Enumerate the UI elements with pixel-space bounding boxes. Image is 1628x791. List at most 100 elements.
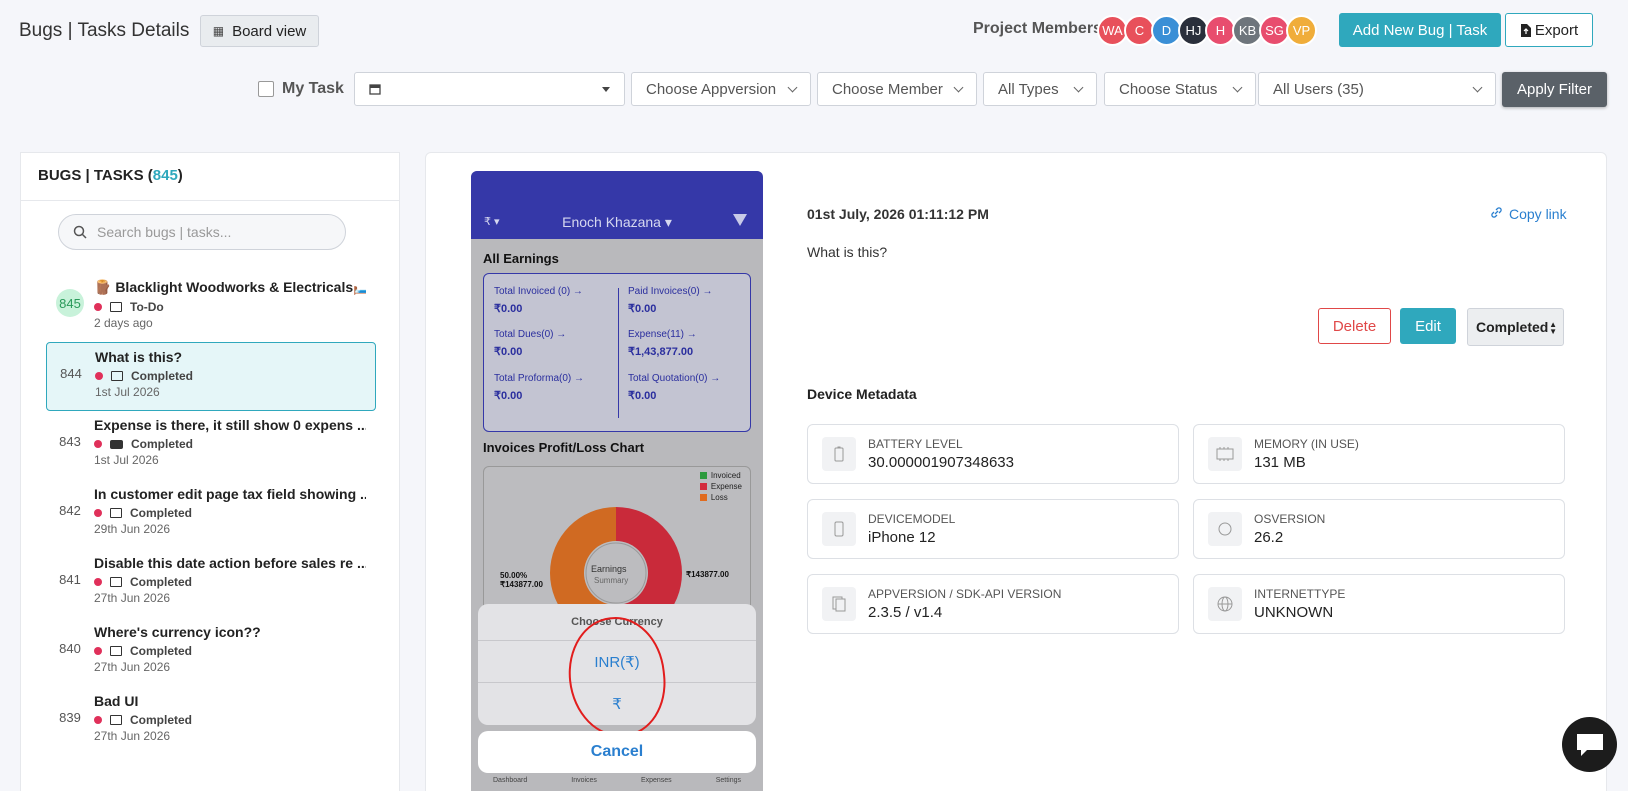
item-date: 2 days ago: [94, 316, 153, 330]
member-value: Choose Member: [832, 80, 943, 98]
filter-icon: [733, 214, 747, 226]
avatar[interactable]: VP: [1286, 15, 1317, 46]
apply-filter-button[interactable]: Apply Filter: [1502, 72, 1607, 107]
item-number: 843: [59, 433, 81, 449]
item-status: Completed: [131, 369, 194, 383]
users-select[interactable]: All Users (35): [1258, 72, 1496, 106]
item-number: 841: [59, 571, 81, 587]
earning-cell: Total Invoiced (0) → ₹0.00: [494, 286, 583, 315]
memory-icon: [1208, 437, 1242, 471]
date-range-select[interactable]: [354, 72, 625, 106]
item-number: 842: [59, 502, 81, 518]
status-select[interactable]: Choose Status: [1104, 72, 1256, 106]
item-number: 845: [56, 289, 84, 317]
metadata-card: MEMORY (IN USE) 131 MB: [1193, 424, 1565, 484]
phone-app-header: ₹ ▾ Enoch Khazana ▾: [471, 171, 763, 239]
my-task-checkbox[interactable]: My Task: [258, 80, 344, 98]
metadata-card: BATTERY LEVEL 30.000001907348633: [807, 424, 1179, 484]
bug-list-panel: BUGS | TASKS (845) Search bugs | tasks..…: [20, 152, 400, 791]
video-icon: [110, 439, 123, 449]
list-item[interactable]: 845 🪵 Blacklight Woodworks & Electricals…: [46, 273, 376, 342]
types-value: All Types: [998, 80, 1059, 98]
search-input[interactable]: Search bugs | tasks...: [97, 224, 231, 240]
image-icon: [110, 302, 122, 312]
list-item[interactable]: 840 Where's currency icon?? Completed 27…: [46, 618, 376, 687]
attachment-screenshot[interactable]: ₹ ▾ Enoch Khazana ▾ All Earnings Total I…: [471, 171, 763, 791]
donut-right-value: ₹143877.00: [686, 570, 729, 579]
item-title: In customer edit page tax field showing …: [94, 486, 366, 502]
image-icon: [110, 577, 122, 587]
calendar-icon: [369, 84, 381, 95]
item-status: Completed: [130, 575, 193, 589]
status-value: Choose Status: [1119, 80, 1218, 98]
export-label: Export: [1534, 21, 1579, 39]
bug-icon: [94, 303, 102, 311]
checkbox[interactable]: [258, 81, 274, 97]
bug-icon: [94, 647, 102, 655]
bug-datetime: 01st July, 2026 01:11:12 PM: [807, 206, 989, 222]
chat-widget-button[interactable]: [1562, 717, 1617, 772]
item-status: Completed: [130, 506, 193, 520]
item-date: 27th Jun 2026: [94, 660, 171, 674]
image-icon: [110, 508, 122, 518]
list-item[interactable]: 844 What is this? Completed 1st Jul 2026: [46, 342, 376, 411]
earning-cell: Total Quotation(0) → ₹0.00: [628, 373, 721, 402]
bug-icon: [94, 509, 102, 517]
bug-icon: [95, 372, 103, 380]
search-field[interactable]: Search bugs | tasks...: [58, 214, 346, 250]
phone-chart: Invoiced Expense Loss Earnings Summary 5…: [483, 466, 751, 639]
copy-link-label: Copy link: [1509, 206, 1567, 222]
my-task-label: My Task: [282, 80, 344, 97]
edit-button[interactable]: Edit: [1400, 308, 1456, 344]
earning-cell: Total Proforma(0) → ₹0.00: [494, 373, 585, 402]
add-new-bug-task-button[interactable]: Add New Bug | Task: [1339, 13, 1501, 47]
bug-list-heading: BUGS | TASKS (845): [21, 153, 399, 201]
image-icon: [111, 371, 123, 381]
types-select[interactable]: All Types: [983, 72, 1097, 106]
app-icon: [822, 587, 856, 621]
metadata-card: DEVICEMODEL iPhone 12: [807, 499, 1179, 559]
item-status: Completed: [130, 713, 193, 727]
donut-left-pct: 50.00%: [500, 571, 528, 580]
board-icon: ▦: [212, 24, 225, 38]
item-status: To-Do: [130, 300, 164, 314]
list-item[interactable]: 839 Bad UI Completed 27th Jun 2026: [46, 687, 376, 756]
chevron-down-icon: [1073, 82, 1084, 92]
phone-business-name: Enoch Khazana ▾: [562, 214, 672, 230]
earning-cell: Expense(11) → ₹1,43,877.00: [628, 329, 697, 358]
sort-arrows-icon: ▲ ▼: [1549, 320, 1557, 336]
item-status: Completed: [130, 644, 193, 658]
cancel-button[interactable]: Cancel: [478, 731, 756, 773]
status-dropdown[interactable]: Completed ▲ ▼: [1467, 308, 1564, 346]
list-item[interactable]: 841 Disable this date action before sale…: [46, 549, 376, 618]
item-number: 844: [60, 365, 82, 381]
image-icon: [110, 715, 122, 725]
bug-title: What is this?: [807, 244, 888, 260]
item-date: 27th Jun 2026: [94, 591, 171, 605]
phone-earnings-box: Total Invoiced (0) → ₹0.00 Paid Invoices(…: [483, 273, 751, 432]
item-title: 🪵 Blacklight Woodworks & Electricals🛏️ .…: [94, 279, 366, 295]
list-item[interactable]: 843 Expense is there, it still show 0 ex…: [46, 411, 376, 480]
copy-link[interactable]: Copy link: [1490, 206, 1567, 222]
item-date: 29th Jun 2026: [94, 522, 171, 536]
image-icon: [110, 646, 122, 656]
item-date: 27th Jun 2026: [94, 729, 171, 743]
list-item[interactable]: 842 In customer edit page tax field show…: [46, 480, 376, 549]
item-title: Where's currency icon??: [94, 624, 261, 640]
item-status: Completed: [131, 437, 194, 451]
donut-left-value: ₹143877.00: [500, 580, 543, 589]
phone-tab-bar: Dashboard Invoices Expenses Settings: [493, 777, 741, 784]
export-button[interactable]: Export: [1505, 13, 1593, 47]
battery-icon: [822, 437, 856, 471]
delete-button[interactable]: Delete: [1318, 308, 1391, 344]
phone-icon: [822, 512, 856, 546]
bug-icon: [94, 440, 102, 448]
metadata-card: INTERNETTYPE UNKNOWN: [1193, 574, 1565, 634]
appversion-select[interactable]: Choose Appversion: [631, 72, 811, 106]
appversion-value: Choose Appversion: [646, 80, 777, 98]
earning-cell: Paid Invoices(0) → ₹0.00: [628, 286, 713, 315]
member-select[interactable]: Choose Member: [817, 72, 977, 106]
board-view-button[interactable]: ▦ Board view: [200, 15, 319, 47]
earning-cell: Total Dues(0) → ₹0.00: [494, 329, 567, 358]
chat-icon: [1576, 733, 1603, 756]
